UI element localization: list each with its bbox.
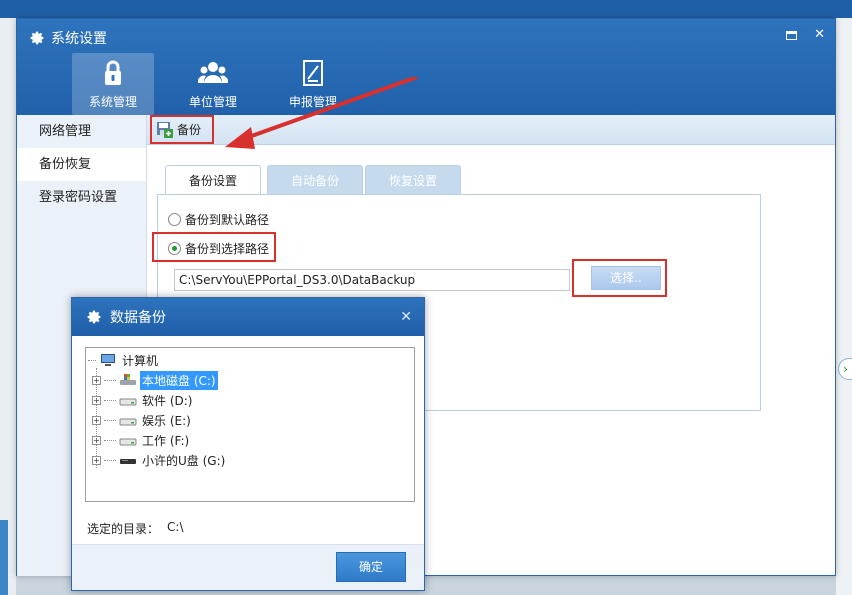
computer-icon	[101, 354, 115, 366]
tree-label: 计算机	[122, 353, 159, 368]
tree-line	[104, 439, 116, 441]
option-default-path-label: 备份到默认路径	[185, 213, 270, 227]
drive-icon	[119, 438, 137, 446]
usb-drive-icon	[120, 459, 136, 464]
tree-line	[88, 359, 96, 361]
data-backup-dialog: 数据备份 ✕ 计算机 + 本地磁盘 (C:) + 软件 (D:) + 娱乐 (E…	[71, 297, 425, 591]
toolbar: 备份	[147, 115, 835, 145]
expand-icon[interactable]: +	[92, 455, 101, 465]
dialog-titlebar: 数据备份 ✕	[72, 298, 424, 336]
dialog-title: 数据备份	[110, 310, 166, 326]
maximize-icon[interactable]	[786, 31, 797, 40]
close-icon[interactable]: ✕	[400, 309, 412, 325]
tab-label: 系统管理	[88, 95, 137, 109]
tree-line	[104, 459, 116, 461]
system-drive-icon	[120, 374, 136, 385]
background-accent-strip	[0, 520, 8, 595]
selected-directory-value: C:\	[167, 520, 184, 534]
option-default-path[interactable]: 备份到默认路径	[168, 211, 269, 228]
users-icon	[198, 62, 228, 83]
tree-line	[104, 419, 116, 421]
tree-item-drive-d[interactable]: + 软件 (D:)	[86, 390, 414, 410]
drive-icon	[119, 398, 137, 406]
window-title-text: 系统设置	[51, 31, 107, 47]
tab-unit-management[interactable]: 单位管理	[172, 53, 254, 115]
drive-icon	[119, 418, 137, 426]
backup-path-input[interactable]	[174, 269, 570, 291]
close-icon[interactable]: ✕	[814, 28, 825, 42]
background-window-right	[836, 18, 852, 595]
gear-icon	[87, 310, 101, 324]
background-window-titlebar	[0, 0, 852, 18]
tree-item-computer[interactable]: 计算机	[86, 350, 414, 370]
select-path-button[interactable]: 选择..	[591, 266, 661, 290]
tree-item-drive-f[interactable]: + 工作 (F:)	[86, 430, 414, 450]
window-title: 系统设置	[29, 28, 107, 48]
background-window-left	[0, 18, 16, 595]
backup-button[interactable]: 备份	[150, 115, 214, 144]
expand-icon[interactable]: +	[92, 395, 101, 405]
tree-label: 工作 (F:)	[142, 433, 190, 448]
backup-disk-icon	[157, 121, 173, 138]
edit-document-icon	[303, 60, 323, 86]
option-select-path-label: 备份到选择路径	[185, 242, 270, 256]
selected-directory-label: 选定的目录：	[87, 522, 160, 536]
tree-label: 本地磁盘 (C:)	[140, 370, 218, 390]
sidebar-item-backup-restore[interactable]: 备份恢复	[17, 148, 146, 181]
tab-label: 申报管理	[288, 95, 337, 109]
folder-tree[interactable]: 计算机 + 本地磁盘 (C:) + 软件 (D:) + 娱乐 (E:) + 工作…	[85, 347, 415, 502]
tab-backup-settings[interactable]: 备份设置	[165, 165, 261, 196]
tab-label: 单位管理	[188, 95, 237, 109]
lock-icon	[105, 60, 121, 85]
dialog-footer: 确定	[72, 544, 424, 590]
sidebar-item-login-password[interactable]: 登录密码设置	[17, 181, 146, 214]
radio-default-path[interactable]	[168, 213, 181, 226]
tree-item-drive-c[interactable]: + 本地磁盘 (C:)	[86, 370, 414, 390]
tab-declaration-management[interactable]: 申报管理	[272, 53, 354, 115]
tree-item-drive-e[interactable]: + 娱乐 (E:)	[86, 410, 414, 430]
option-select-path[interactable]: 备份到选择路径	[168, 240, 269, 257]
expand-icon[interactable]: +	[92, 415, 101, 425]
selected-directory: 选定的目录： C:\	[87, 520, 183, 537]
expand-icon[interactable]: +	[92, 375, 101, 385]
ok-button[interactable]: 确定	[336, 552, 406, 582]
tree-line	[104, 379, 116, 381]
backup-button-label: 备份	[177, 123, 202, 137]
tree-label: 软件 (D:)	[142, 393, 193, 408]
tab-restore-settings[interactable]: 恢复设置	[365, 165, 461, 195]
tree-label: 娱乐 (E:)	[142, 413, 191, 428]
sidebar-item-network[interactable]: 网络管理	[17, 115, 146, 148]
radio-select-path[interactable]	[168, 242, 181, 255]
tree-line	[104, 399, 116, 401]
tab-auto-backup[interactable]: 自动备份	[267, 165, 363, 195]
gear-icon	[30, 31, 44, 45]
tree-label: 小许的U盘 (G:)	[142, 453, 226, 468]
tab-system-management[interactable]: 系统管理	[72, 53, 154, 115]
tree-item-drive-g[interactable]: + 小许的U盘 (G:)	[86, 450, 414, 470]
expand-icon[interactable]: +	[92, 435, 101, 445]
